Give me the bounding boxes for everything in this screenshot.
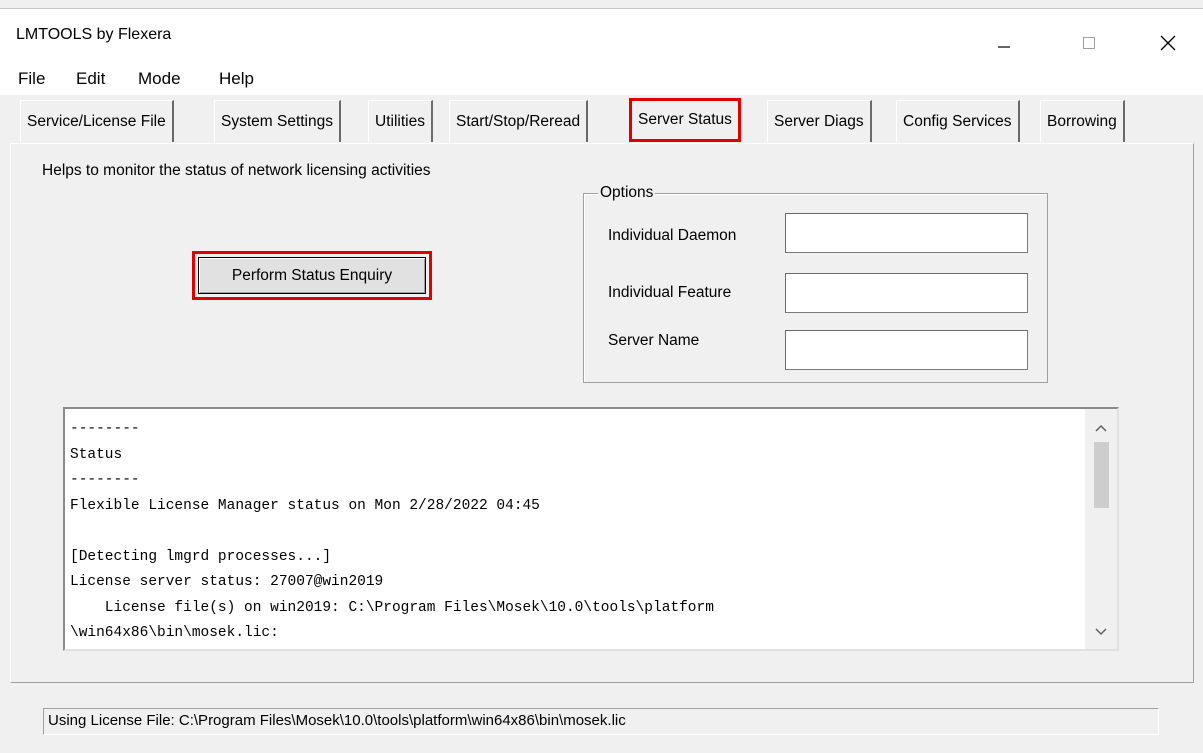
server-name-label: Server Name — [608, 332, 700, 349]
individual-daemon-input[interactable] — [786, 214, 1027, 252]
tab-service-license-file[interactable]: Service/License File — [20, 100, 174, 142]
individual-daemon-field[interactable] — [785, 213, 1028, 253]
perform-status-enquiry-button[interactable]: Perform Status Enquiry — [198, 257, 426, 294]
menu-mode[interactable]: Mode — [138, 69, 181, 89]
server-name-field[interactable] — [785, 330, 1028, 370]
close-button[interactable] — [1139, 23, 1197, 63]
scroll-up-icon — [1095, 424, 1107, 432]
menu-help[interactable]: Help — [219, 69, 254, 89]
status-output-box[interactable]: -------- Status -------- Flexible Licens… — [63, 407, 1119, 651]
minimize-icon — [998, 46, 1010, 48]
window-title: LMTOOLS by Flexera — [16, 26, 172, 43]
individual-feature-input[interactable] — [786, 274, 1027, 312]
tab-server-status[interactable]: Server Status — [629, 98, 741, 142]
status-bar: Using License File: C:\Program Files\Mos… — [43, 708, 1159, 735]
tab-config-services[interactable]: Config Services — [896, 100, 1020, 142]
individual-feature-field[interactable] — [785, 273, 1028, 313]
tab-borrowing[interactable]: Borrowing — [1040, 100, 1125, 142]
vertical-scrollbar[interactable] — [1085, 409, 1117, 649]
menu-bar: File Edit Mode Help — [0, 61, 1203, 95]
individual-daemon-label: Individual Daemon — [608, 227, 737, 244]
options-legend: Options — [598, 184, 656, 202]
scroll-down-button[interactable] — [1085, 617, 1117, 647]
maximize-icon — [1083, 37, 1095, 49]
title-bar: LMTOOLS by Flexera — [0, 9, 1203, 61]
scroll-down-icon — [1095, 628, 1107, 636]
scroll-thumb[interactable] — [1094, 442, 1109, 508]
tab-server-diags[interactable]: Server Diags — [767, 100, 872, 142]
tab-system-settings[interactable]: System Settings — [214, 100, 341, 142]
scroll-up-button[interactable] — [1085, 413, 1117, 443]
menu-file[interactable]: File — [18, 69, 45, 89]
maximize-button[interactable] — [1060, 23, 1118, 63]
menu-edit[interactable]: Edit — [76, 69, 105, 89]
individual-feature-label: Individual Feature — [608, 284, 732, 301]
server-name-input[interactable] — [786, 331, 1027, 369]
tab-start-stop-reread[interactable]: Start/Stop/Reread — [449, 100, 589, 142]
minimize-button[interactable] — [975, 23, 1033, 63]
close-icon — [1160, 35, 1176, 51]
enquiry-button-highlight: Perform Status Enquiry — [192, 251, 432, 300]
status-output-text: -------- Status -------- Flexible Licens… — [70, 421, 714, 641]
panel-description: Helps to monitor the status of network l… — [42, 162, 431, 179]
tab-utilities[interactable]: Utilities — [368, 100, 433, 142]
